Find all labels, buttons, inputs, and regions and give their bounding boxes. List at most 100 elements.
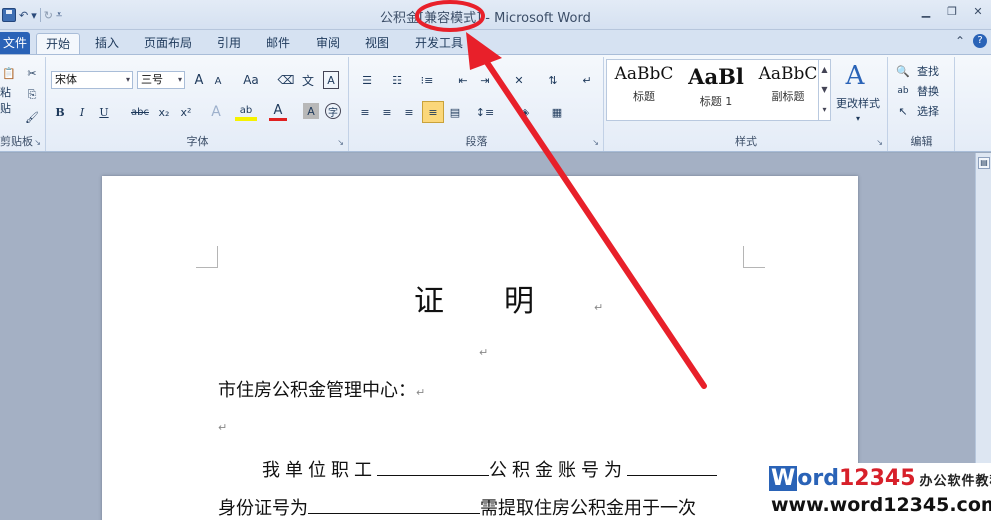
- paragraph-launcher-icon[interactable]: ↘: [592, 138, 599, 147]
- close-icon[interactable]: ✕: [971, 4, 985, 18]
- change-case-button[interactable]: Aa: [239, 71, 263, 89]
- clipboard-launcher-icon[interactable]: ↘: [34, 138, 41, 147]
- style-heading-1[interactable]: AaBl 标题 1: [681, 64, 751, 118]
- line-spacing-icon[interactable]: ↕≡: [474, 103, 496, 121]
- styles-group-label: 样式: [735, 135, 757, 148]
- undo-dropdown-icon[interactable]: ▾: [31, 7, 37, 23]
- body-line-1-b: 公积金账号为: [489, 460, 627, 481]
- increase-indent-icon[interactable]: ⇥: [476, 71, 494, 89]
- tab-developer[interactable]: 开发工具: [408, 33, 470, 54]
- blank-field[interactable]: [627, 462, 717, 476]
- document-title: 证明↵: [414, 276, 603, 320]
- quick-access-toolbar: ↶ ▾ ↻ ⩡: [2, 5, 62, 25]
- style-title[interactable]: AaBbC 标题: [609, 64, 679, 118]
- bullets-icon[interactable]: ☰: [356, 71, 378, 89]
- paragraph-mark-icon: ↵: [218, 421, 228, 434]
- character-shading-icon[interactable]: A: [303, 103, 319, 119]
- character-border-icon[interactable]: A: [323, 71, 339, 89]
- customize-toolbar-icon[interactable]: ⩡: [56, 7, 62, 23]
- format-painter-icon[interactable]: 🖌: [24, 109, 40, 125]
- copy-icon[interactable]: ⎘: [24, 87, 40, 103]
- multilevel-list-icon[interactable]: ⁝≡: [416, 71, 438, 89]
- minimize-icon[interactable]: ▁: [919, 4, 933, 18]
- style-name: 标题 1: [699, 95, 733, 108]
- redo-icon[interactable]: ↻: [44, 7, 53, 23]
- minimize-ribbon-icon[interactable]: ⌃: [955, 34, 965, 48]
- find-button[interactable]: 查找: [913, 63, 943, 79]
- paste-icon[interactable]: 📋: [0, 61, 18, 85]
- tab-file[interactable]: 文件: [0, 32, 30, 54]
- grow-font-button[interactable]: A: [191, 71, 207, 89]
- styles-launcher-icon[interactable]: ↘: [876, 138, 883, 147]
- tab-insert[interactable]: 插入: [87, 33, 127, 54]
- tab-page-layout[interactable]: 页面布局: [138, 33, 198, 54]
- decrease-indent-icon[interactable]: ⇤: [454, 71, 472, 89]
- font-launcher-icon[interactable]: ↘: [337, 138, 344, 147]
- margin-corner-mark: [196, 246, 218, 268]
- shading-icon[interactable]: ◈: [514, 103, 536, 121]
- borders-icon[interactable]: ▦: [546, 103, 568, 121]
- watermark-brand-w: W: [769, 466, 798, 491]
- tab-references[interactable]: 引用: [209, 33, 249, 54]
- blank-field[interactable]: [377, 462, 489, 476]
- bold-button[interactable]: B: [53, 103, 67, 121]
- help-icon[interactable]: ?: [973, 34, 987, 48]
- body-line-2: 身份证号为 需提取住房公积金用于一次: [218, 494, 696, 520]
- cut-icon[interactable]: ✂: [24, 65, 40, 81]
- align-right-icon[interactable]: ≡: [400, 103, 418, 121]
- select-button[interactable]: 选择: [913, 103, 943, 119]
- justify-icon[interactable]: ≡: [422, 101, 444, 123]
- watermark-brand-num: 12345: [839, 466, 916, 491]
- highlight-color-icon[interactable]: ab: [235, 103, 257, 121]
- paragraph-mark-icon: ↵: [594, 301, 604, 314]
- tab-review[interactable]: 审阅: [308, 33, 348, 54]
- find-icon[interactable]: 🔍: [895, 63, 911, 79]
- align-left-icon[interactable]: ≡: [356, 103, 374, 121]
- superscript-button[interactable]: x²: [177, 103, 195, 121]
- change-styles-dropdown-icon[interactable]: ▾: [852, 113, 864, 123]
- paste-button[interactable]: 粘贴: [0, 86, 18, 115]
- distributed-icon[interactable]: ▤: [446, 103, 464, 121]
- document-page[interactable]: 证明↵ ↵ 市住房公积金管理中心：↵ ↵ 我单位职工 公积金账号为 身份证号为 需提…: [102, 176, 858, 520]
- italic-button[interactable]: I: [75, 103, 89, 121]
- blank-field[interactable]: [308, 500, 480, 514]
- replace-icon[interactable]: ab: [895, 83, 911, 99]
- select-icon[interactable]: ↖: [895, 103, 911, 119]
- subscript-button[interactable]: x₂: [155, 103, 173, 121]
- view-ruler-icon[interactable]: ▤: [978, 157, 990, 169]
- asian-layout-icon[interactable]: ✕: [508, 71, 530, 89]
- undo-icon[interactable]: ↶: [19, 7, 28, 23]
- align-center-icon[interactable]: ≡: [378, 103, 396, 121]
- text-effects-icon[interactable]: A: [207, 103, 225, 121]
- font-name-dropdown-icon[interactable]: ▾: [126, 72, 130, 88]
- font-group: 宋体 ▾ 三号 ▾ A A Aa ⌫ 文 A B I U abc x₂ x² A a…: [47, 57, 349, 151]
- underline-button[interactable]: U: [97, 103, 111, 121]
- compatibility-mode-label: [兼容模式]: [419, 11, 482, 26]
- change-styles-button[interactable]: 更改样式: [832, 95, 884, 111]
- font-name-combo[interactable]: 宋体 ▾: [51, 71, 133, 89]
- tab-view[interactable]: 视图: [357, 33, 397, 54]
- tab-home[interactable]: 开始: [36, 33, 80, 55]
- phonetic-guide-button[interactable]: 文: [299, 71, 317, 89]
- font-size-dropdown-icon[interactable]: ▾: [178, 72, 182, 88]
- gallery-scroll[interactable]: ▲ ▼ ▾: [818, 60, 830, 120]
- change-styles-icon[interactable]: A: [840, 61, 870, 91]
- enclose-characters-icon[interactable]: 字: [325, 103, 341, 119]
- tab-mailings[interactable]: 邮件: [258, 33, 298, 54]
- replace-button[interactable]: 替换: [913, 83, 943, 99]
- show-marks-icon[interactable]: ↵: [578, 71, 596, 89]
- font-color-icon[interactable]: A: [269, 103, 287, 121]
- numbering-icon[interactable]: ☷: [386, 71, 408, 89]
- strikethrough-button[interactable]: abc: [129, 103, 151, 121]
- font-size-combo[interactable]: 三号 ▾: [137, 71, 185, 89]
- style-subtitle[interactable]: AaBbC 副标题: [753, 64, 823, 118]
- shrink-font-button[interactable]: A: [211, 73, 225, 89]
- restore-icon[interactable]: ❐: [945, 4, 959, 18]
- style-name: 标题: [633, 90, 655, 103]
- body-line-2-a: 身份证号为: [218, 498, 308, 519]
- save-icon[interactable]: [2, 8, 16, 22]
- sort-icon[interactable]: ⇅: [544, 71, 562, 89]
- window-title: 公积金[兼容模式] - Microsoft Word: [380, 7, 591, 26]
- watermark-tagline: 办公软件教程: [919, 474, 991, 489]
- clear-formatting-icon[interactable]: ⌫: [277, 71, 295, 89]
